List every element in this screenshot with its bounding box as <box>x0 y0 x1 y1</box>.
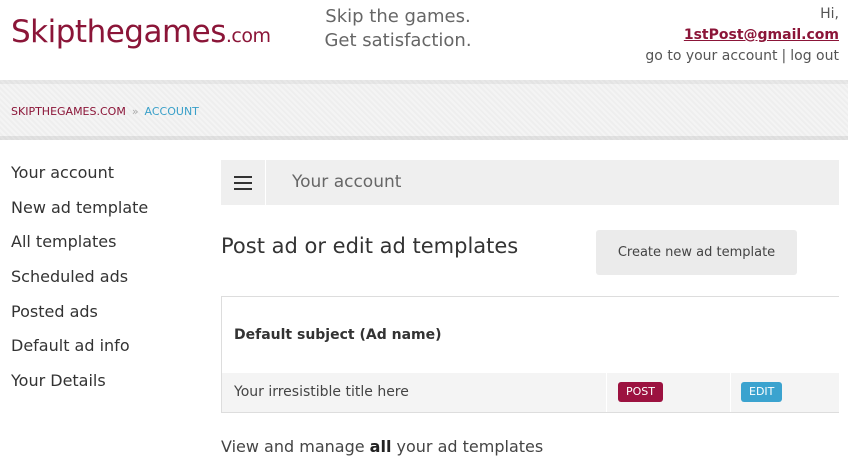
sidebar-item-scheduled-ads[interactable]: Scheduled ads <box>11 266 148 301</box>
view-all-templates-text[interactable]: View and manage all your ad templates <box>221 437 543 456</box>
go-to-account-link[interactable]: go to your account <box>645 48 777 64</box>
create-ad-template-button[interactable]: Create new ad template <box>596 230 797 275</box>
post-button[interactable]: POST <box>618 382 663 402</box>
topbar-title: Your account <box>292 172 402 192</box>
breadcrumb-home-link[interactable]: SKIPTHEGAMES.COM <box>11 105 126 118</box>
table-row: Your irresistible title here POST EDIT <box>222 373 839 412</box>
template-post-cell: POST <box>606 373 730 412</box>
greeting: Hi, <box>820 6 839 22</box>
site-logo[interactable]: Skipthegames.com <box>11 14 271 50</box>
breadcrumb: SKIPTHEGAMES.COM » ACCOUNT <box>11 105 199 118</box>
template-title-cell: Your irresistible title here <box>222 373 605 412</box>
sidebar-item-posted-ads[interactable]: Posted ads <box>11 301 148 336</box>
header-separator: | <box>781 48 787 64</box>
site-header: Skipthegames.com Skip the games. Get sat… <box>0 0 848 80</box>
template-table: Default subject (Ad name) Your irresisti… <box>221 296 839 413</box>
account-topbar: Your account <box>221 160 839 205</box>
logo-main: Skipthegames <box>11 14 226 50</box>
user-email-link[interactable]: 1stPost@gmail.com <box>684 27 839 43</box>
menu-toggle-button[interactable] <box>221 160 266 205</box>
sidebar-item-your-details[interactable]: Your Details <box>11 370 148 405</box>
sidebar-item-your-account[interactable]: Your account <box>11 162 148 197</box>
template-header: Default subject (Ad name) <box>234 327 442 343</box>
sidebar-item-default-ad-info[interactable]: Default ad info <box>11 335 148 370</box>
template-title[interactable]: Your irresistible title here <box>234 384 409 400</box>
breadcrumb-separator: » <box>131 105 139 118</box>
footer-text-pre: View and manage <box>221 437 370 456</box>
sidebar-item-new-ad-template[interactable]: New ad template <box>11 197 148 232</box>
tagline: Skip the games. Get satisfaction. <box>318 5 478 53</box>
tagline-line-2: Get satisfaction. <box>324 30 472 51</box>
logo-suffix: .com <box>225 25 271 47</box>
footer-text-post: your ad templates <box>391 437 544 456</box>
sidebar-nav: Your account New ad template All templat… <box>11 162 148 405</box>
sidebar-item-all-templates[interactable]: All templates <box>11 231 148 266</box>
breadcrumb-current[interactable]: ACCOUNT <box>145 105 199 118</box>
logout-link[interactable]: log out <box>790 48 839 64</box>
page-title: Post ad or edit ad templates <box>221 234 519 258</box>
template-edit-cell: EDIT <box>730 373 840 412</box>
tagline-line-1: Skip the games. <box>325 6 471 27</box>
user-box: Hi, 1stPost@gmail.com go to your account… <box>645 4 839 67</box>
footer-text-bold: all <box>369 437 392 456</box>
hamburger-menu-icon <box>234 175 252 190</box>
breadcrumb-bar: SKIPTHEGAMES.COM » ACCOUNT <box>0 80 848 140</box>
edit-button[interactable]: EDIT <box>741 382 783 402</box>
